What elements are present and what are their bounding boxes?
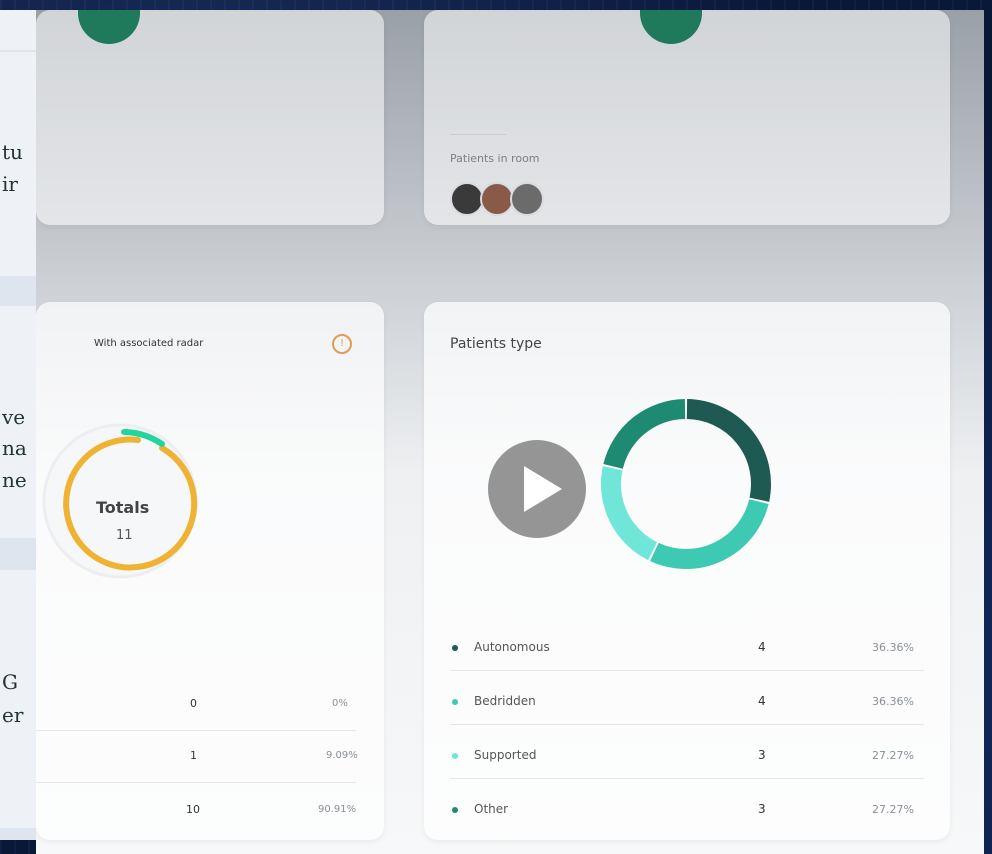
doc-band: [0, 538, 36, 570]
doc-band: [0, 276, 36, 306]
legend-count: 3: [758, 802, 766, 816]
video-frame[interactable]: Patients in room With associated radar !…: [36, 10, 984, 854]
legend-count: 4: [758, 640, 766, 654]
radar-card-title: With associated radar: [94, 338, 204, 349]
radar-row-percent: 9.09%: [326, 750, 358, 761]
doc-text-fragment: ve: [2, 405, 26, 429]
top-left-card: [36, 10, 384, 225]
legend-divider: [450, 670, 924, 671]
row-divider: [36, 782, 356, 783]
play-button[interactable]: [488, 440, 586, 538]
radar-row-count: 0: [190, 697, 197, 710]
legend-percent: 27.27%: [872, 803, 914, 816]
doc-text-fragment: ir: [2, 172, 18, 196]
legend-label: Bedridden: [474, 694, 536, 708]
shield-icon: [640, 10, 702, 44]
legend-count: 4: [758, 694, 766, 708]
legend-label: Other: [474, 802, 509, 816]
play-icon: [524, 466, 562, 512]
patients-type-card: Patients type Autonomous 4 36.36% Bedridden…: [424, 302, 950, 840]
legend-divider: [450, 778, 924, 779]
donut-segments: [601, 399, 771, 569]
legend-divider: [450, 724, 924, 725]
doc-text-fragment: ne: [2, 468, 27, 492]
patient-avatar[interactable]: [480, 182, 514, 216]
info-icon[interactable]: !: [332, 334, 352, 354]
row-divider: [36, 730, 356, 731]
doc-text-fragment: er: [2, 703, 24, 727]
totals-label: Totals: [96, 498, 150, 517]
legend-percent: 36.36%: [872, 641, 914, 654]
totals-value: 11: [116, 528, 133, 543]
donut-segment-other: [603, 399, 686, 470]
patients-in-room-label: Patients in room: [450, 152, 540, 165]
radar-row-count: 10: [186, 803, 200, 816]
legend-label: Autonomous: [474, 640, 550, 654]
patients-in-room-card: Patients in room: [424, 10, 950, 225]
donut-segment-autonomous: [686, 399, 771, 502]
doc-text-fragment: G: [2, 670, 18, 694]
legend-dot: [452, 645, 458, 651]
legend-percent: 36.36%: [872, 695, 914, 708]
donut-segment-bedridden: [650, 498, 769, 569]
radar-row-percent: 0%: [332, 698, 348, 709]
card-divider: [450, 134, 506, 135]
radar-row-count: 1: [190, 749, 197, 762]
doc-text-fragment: na: [2, 436, 27, 460]
associated-radar-card: With associated radar ! Totals 11 0 0% 1…: [36, 302, 384, 840]
patient-avatar[interactable]: [510, 182, 544, 216]
shield-icon: [78, 10, 140, 44]
legend-label: Supported: [474, 748, 537, 762]
patients-type-donut-chart: [601, 399, 771, 569]
doc-text-fragment: tu: [2, 140, 23, 164]
legend-count: 3: [758, 748, 766, 762]
donut-segment-supported: [601, 466, 658, 561]
radar-row-percent: 90.91%: [318, 804, 357, 815]
doc-band: [0, 828, 36, 840]
patients-type-title: Patients type: [450, 336, 542, 352]
patient-avatar[interactable]: [450, 182, 484, 216]
legend-dot: [452, 753, 458, 759]
doc-divider: [0, 50, 36, 52]
legend-percent: 27.27%: [872, 749, 914, 762]
background-document: tu ir ve na ne G er: [0, 10, 36, 840]
legend-dot: [452, 699, 458, 705]
legend-dot: [452, 807, 458, 813]
